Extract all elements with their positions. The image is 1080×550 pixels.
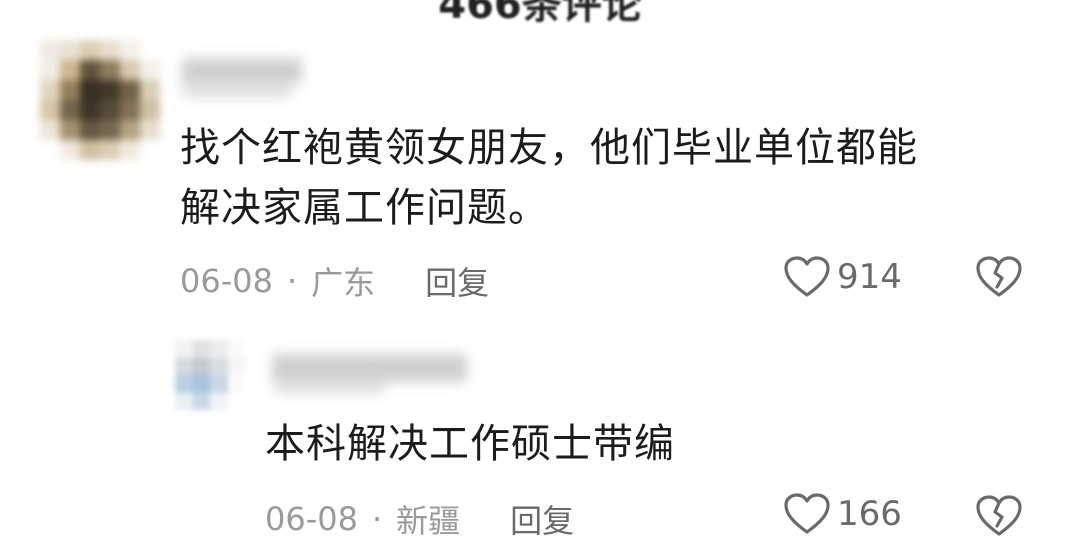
reply-button[interactable]: 回复 (425, 258, 489, 304)
reply-button[interactable]: 回复 (510, 496, 574, 542)
comment-text-line: 找个红袍黄领女朋友，他们毕业单位都能 (180, 125, 918, 171)
comment-text: 找个红袍黄领女朋友，他们毕业单位都能 解决家属工作问题。 (180, 118, 1040, 238)
like-count: 166 (837, 494, 902, 534)
dislike-button[interactable] (975, 255, 1023, 299)
comment-date: 06-08 (180, 262, 273, 300)
username-blurred-secondary (275, 378, 385, 394)
meta-separator: · (371, 500, 383, 538)
comments-page: 466条评论 找个红袍黄领女朋友，他们毕业单位都能 解决家属工作问题。 06-0… (0, 0, 1080, 550)
like-button[interactable]: 166 (783, 492, 902, 536)
dislike-button[interactable] (975, 494, 1023, 538)
meta-separator: · (286, 262, 298, 300)
heart-outline-icon (784, 493, 830, 534)
comment-text-line: 解决家属工作问题。 (180, 185, 549, 231)
comment-meta: 06-08 · 广东 回复 (180, 258, 489, 304)
comment-location: 广东 (311, 264, 376, 302)
like-count: 914 (837, 257, 902, 297)
comment-date: 06-08 (265, 500, 358, 538)
broken-heart-icon (976, 495, 1022, 536)
broken-heart-icon (976, 256, 1022, 297)
heart-outline-icon (784, 256, 830, 297)
username-blurred-secondary (182, 80, 292, 98)
avatar[interactable] (40, 40, 160, 160)
comment-meta: 06-08 · 新疆 回复 (265, 496, 574, 542)
reply-text: 本科解决工作硕士带编 (265, 421, 675, 467)
avatar[interactable] (175, 340, 245, 410)
like-button[interactable]: 914 (783, 255, 902, 299)
comment-location: 新疆 (396, 502, 461, 540)
comments-count-title: 466条评论 (438, 0, 642, 28)
